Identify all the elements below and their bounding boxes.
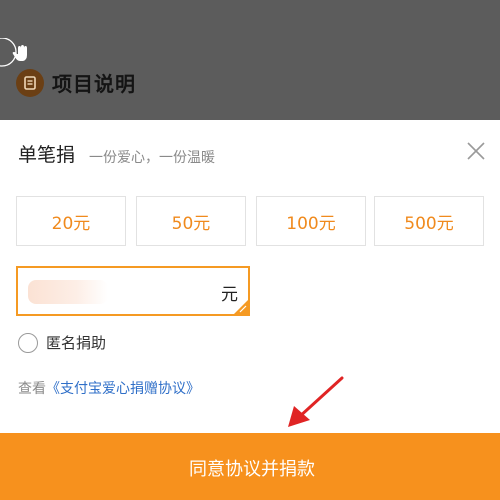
agreement-prefix: 查看 [18, 381, 46, 397]
sheet-subtitle: 一份爱心，一份温暖 [89, 150, 215, 166]
anonymous-radio[interactable] [18, 332, 38, 353]
amount-option-100[interactable]: 100元 [256, 196, 366, 246]
baidu-jingyan-watermark: Bai 经验 jingyan.baidu.com [380, 328, 495, 372]
donation-sheet: 单笔捐 一份爱心，一份温暖 20元 50元 100元 500元 元 匿名捐助 查… [0, 120, 500, 500]
amount-options: 20元 50元 100元 500元 [16, 196, 484, 246]
custom-amount-field[interactable]: 元 [16, 266, 250, 316]
amount-option-50[interactable]: 50元 [136, 196, 246, 246]
document-icon [16, 68, 44, 97]
background-page-overlay: 项目说明 [0, 0, 500, 120]
sheet-title: 单笔捐 [18, 144, 76, 166]
agree-and-donate-button[interactable]: 同意协议并捐款 [0, 433, 500, 500]
hand-pointer-icon [0, 38, 27, 67]
agreement-row: 查看《支付宝爱心捐赠协议》 [18, 378, 200, 398]
watermark-brand-cn: 经验 [450, 334, 483, 353]
anonymous-label: 匿名捐助 [46, 334, 107, 352]
watermark-url: jingyan.baidu.com [382, 356, 466, 366]
paw-icon [430, 329, 446, 349]
amount-option-500[interactable]: 500元 [374, 196, 484, 246]
section-title: 项目说明 [52, 72, 136, 96]
anonymous-donation-option[interactable]: 匿名捐助 [18, 332, 106, 353]
project-description-section: 项目说明 [16, 68, 136, 97]
resize-corner-icon [234, 300, 248, 314]
custom-amount-input[interactable] [26, 278, 216, 306]
amount-option-20[interactable]: 20元 [16, 196, 126, 246]
submit-label: 同意协议并捐款 [189, 459, 315, 480]
watermark-brand: Bai [380, 328, 414, 350]
agreement-link[interactable]: 《支付宝爱心捐赠协议》 [46, 381, 200, 397]
close-icon[interactable] [462, 137, 490, 165]
